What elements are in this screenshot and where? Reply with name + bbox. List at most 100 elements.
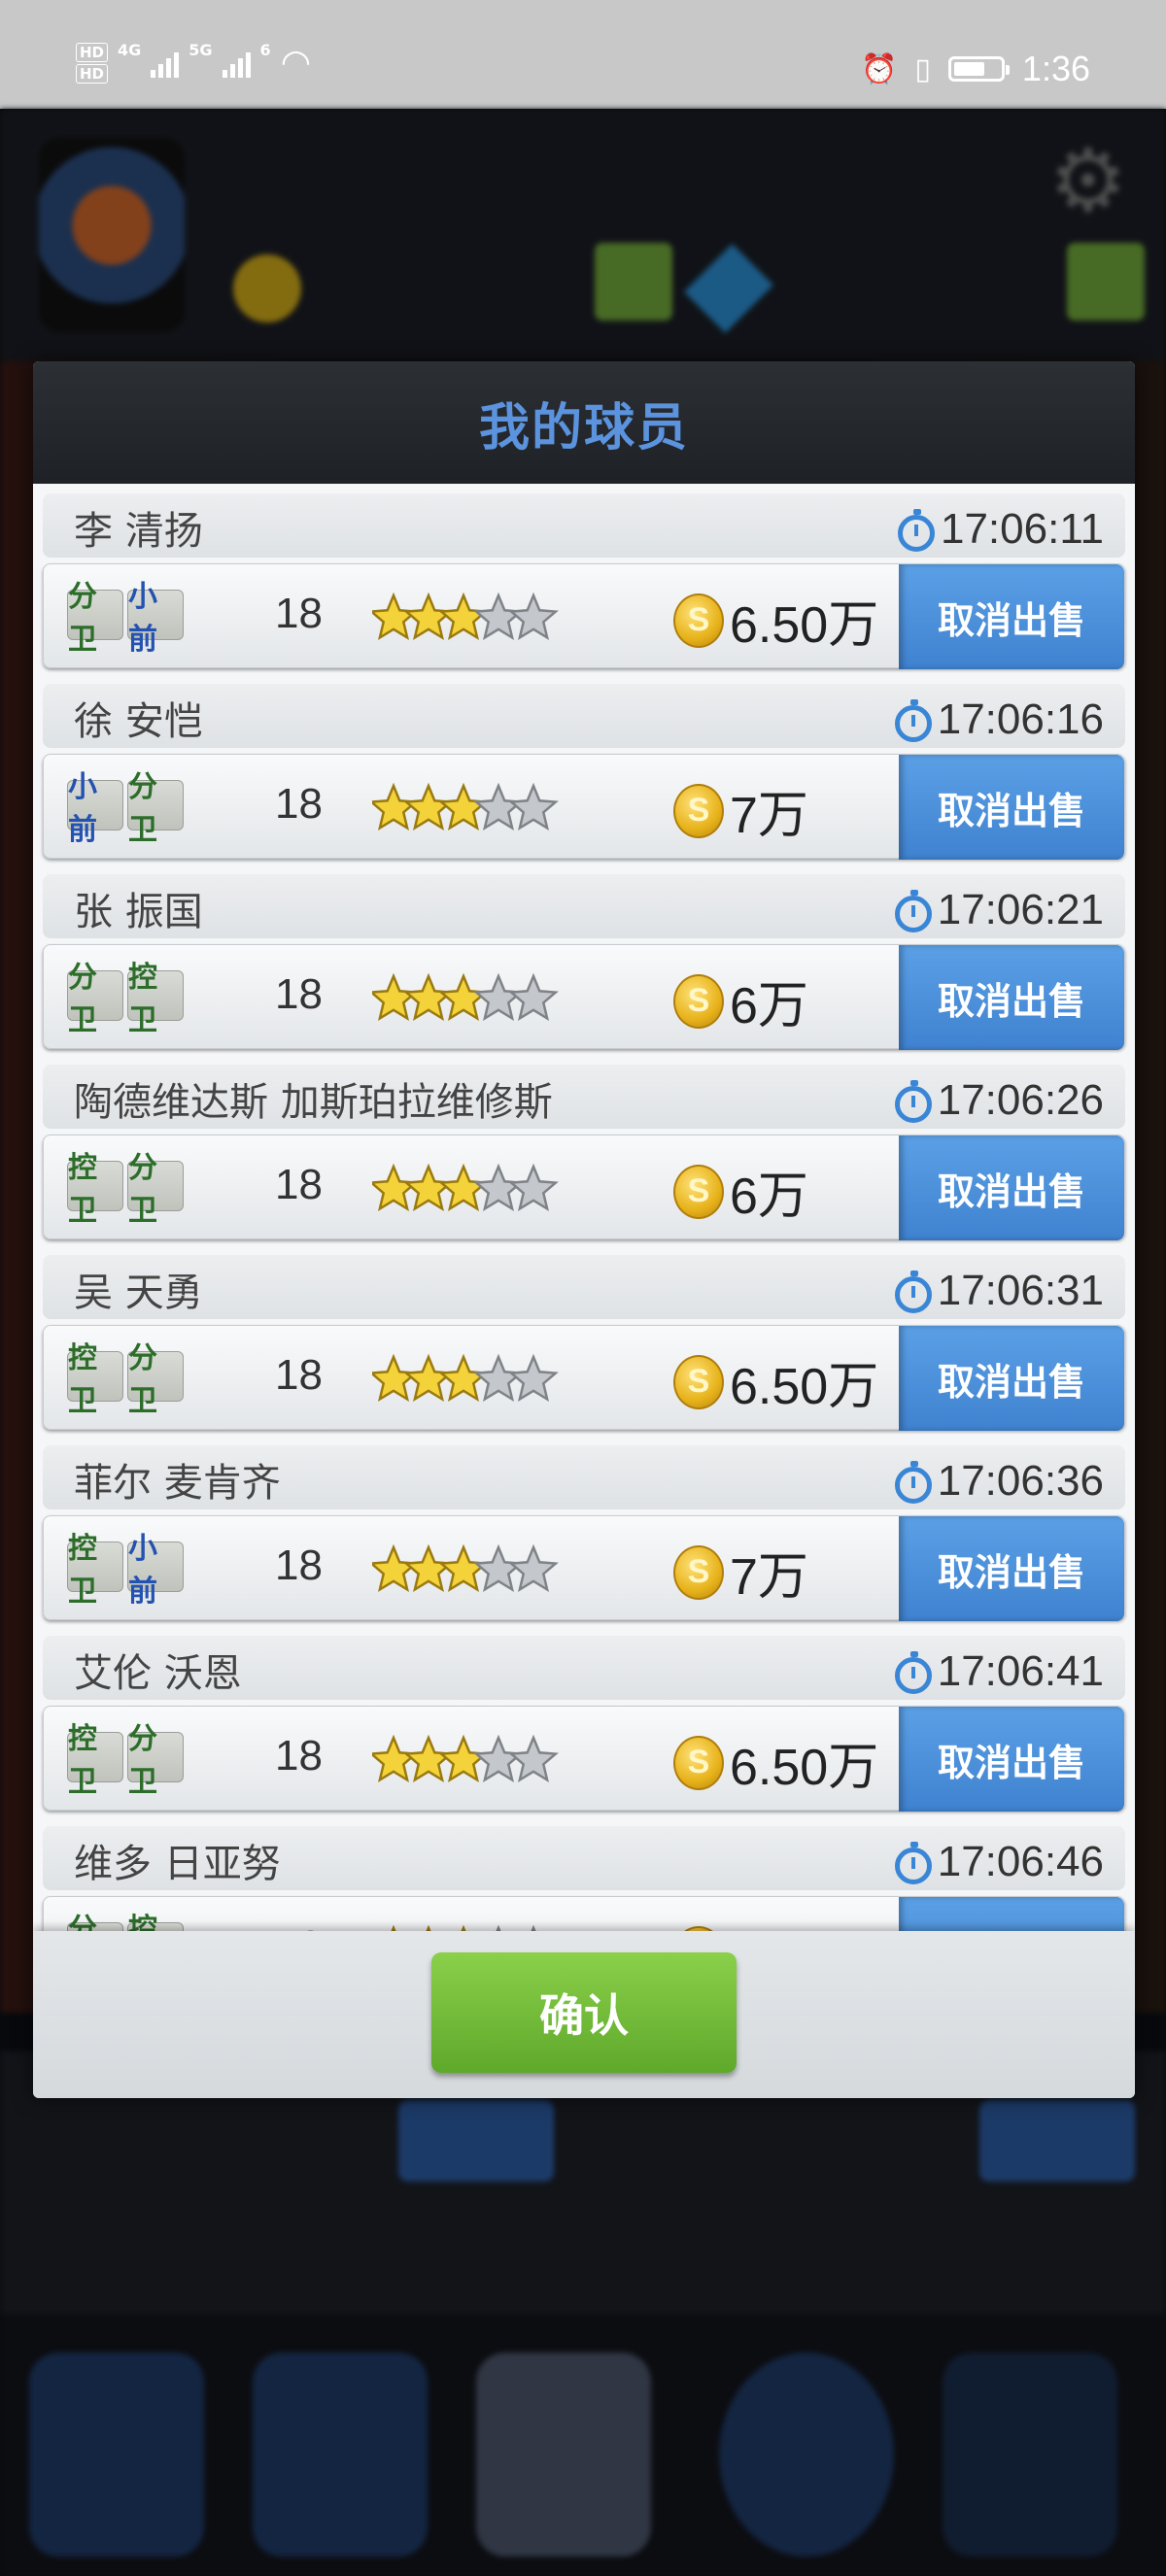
star-rating-wrap [368,1153,566,1221]
status-bar: HD HD 4G 5G 6 ◠ ⏰ ▯ 1:36 [0,0,1166,109]
cancel-sale-button[interactable]: 取消出售 [899,1326,1124,1431]
position-tag: 控卫 [127,961,184,1037]
stopwatch-icon [897,509,935,552]
star-empty-icon [508,782,559,831]
sale-time: 17:06:16 [937,695,1104,743]
player-item: 张 振国 17:06:21 分卫 控卫 18 S 6万 取消出售 [43,864,1125,1055]
star-filled-icon [438,1163,489,1212]
star-rating [368,1543,559,1593]
player-name-row: 张 振国 17:06:21 [43,874,1125,938]
star-rating [368,1353,559,1403]
coin-icon: S [673,593,724,648]
player-name: 菲尔 麦肯齐 [74,1461,281,1506]
position-tags: 分卫控卫 [67,961,184,1037]
position-tag: 小前 [127,580,184,657]
player-info-row: 控卫 分卫 18 S 6.50万 取消出售 [43,1706,1125,1812]
status-right: ⏰ ▯ 1:36 [861,49,1090,89]
player-list[interactable]: 李 清扬 17:06:11 分卫 小前 18 S 6.50万 取消出售 徐 安恺 … [33,484,1135,1931]
cancel-sale-button[interactable]: 取消出售 [899,1135,1124,1240]
star-filled-icon [438,1543,489,1593]
price-value: 7万 [730,1916,808,1931]
player-age: 18 [275,1542,323,1589]
player-name-row: 吴 天勇 17:06:31 [43,1255,1125,1319]
player-name: 艾伦 沃恩 [74,1651,242,1696]
price: S 7万 [673,1916,808,1931]
star-filled-icon [438,592,489,641]
confirm-button[interactable]: 确认 [431,1952,737,2073]
cancel-sale-button[interactable]: 取消出售 [899,755,1124,860]
stopwatch-icon [894,1842,932,1884]
player-name: 张 振国 [74,890,203,934]
player-age: 18 [275,1161,323,1208]
price: S 6万 [673,1155,808,1228]
cancel-sale-button[interactable]: 取消出售 [899,1516,1124,1621]
star-rating [368,1734,559,1783]
star-filled-icon [403,592,454,641]
sale-time: 17:06:31 [937,1267,1104,1314]
vibrate-icon: ▯ [914,51,931,86]
sale-timer: 17:06:31 [894,1267,1104,1315]
star-empty-icon [473,592,524,641]
sale-time: 17:06:46 [937,1838,1104,1885]
star-empty-icon [473,782,524,831]
player-name-row: 徐 安恺 17:06:16 [43,684,1125,748]
stopwatch-icon [894,699,932,742]
cancel-sale-button[interactable]: 取消出售 [899,1707,1124,1812]
price-value: 6.50万 [730,1740,879,1796]
player-age: 18 [275,1351,323,1399]
battery-icon [947,56,1010,82]
price-value: 6万 [730,978,808,1034]
network-5g-label: 5G [189,41,213,59]
coin-icon: S [673,783,724,838]
position-tag: 小前 [127,1532,184,1609]
star-rating-wrap [368,963,566,1031]
cancel-sale-button[interactable]: 取消出售 [899,1897,1124,1931]
star-empty-icon [508,1734,559,1783]
player-name: 徐 安恺 [74,699,203,744]
player-item: 菲尔 麦肯齐 17:06:36 控卫 小前 18 S 7万 取消出售 [43,1436,1125,1626]
player-item: 李 清扬 17:06:11 分卫 小前 18 S 6.50万 取消出售 [43,484,1125,674]
star-filled-icon [438,782,489,831]
price: S 6.50万 [673,1345,878,1418]
star-empty-icon [508,1353,559,1403]
player-name: 陶德维达斯 加斯珀拉维修斯 [74,1080,553,1125]
star-empty-icon [508,1163,559,1212]
network-4g-label: 4G [118,41,142,59]
cancel-sale-button[interactable]: 取消出售 [899,564,1124,669]
stopwatch-icon [894,1461,932,1504]
star-filled-icon [403,782,454,831]
star-empty-icon [508,592,559,641]
player-age: 18 [275,970,323,1018]
sale-time: 17:06:21 [937,886,1104,933]
coin-icon: S [673,973,724,1029]
stopwatch-icon [894,890,932,932]
player-name: 维多 日亚努 [74,1842,281,1886]
position-tags: 分卫 小前 [67,580,184,657]
cancel-sale-button[interactable]: 取消出售 [899,945,1124,1050]
star-rating [391,1924,536,1931]
player-info-row: 控卫 分卫 18 S 6.50万 取消出售 [43,1325,1125,1431]
star-filled-icon [438,1353,489,1403]
position-tags: 控卫 分卫 [67,1341,184,1418]
player-name: 吴 天勇 [74,1271,203,1315]
player-name: 李 清扬 [74,509,203,554]
star-empty-icon [473,972,524,1022]
position-tag: 控卫 [67,1722,123,1799]
position-tags: 分卫控卫 [67,1913,184,1931]
player-item: 维多 日亚努 17:06:46 分卫控卫 18 S 7万 取消出售 [43,1816,1125,1931]
star-filled-icon [368,972,419,1022]
player-info-row: 分卫控卫 18 S 7万 取消出售 [43,1896,1125,1931]
star-filled-icon [403,972,454,1022]
coin-icon: S [673,1164,724,1219]
price-value: 7万 [730,1549,808,1606]
player-age: 18 [275,1732,323,1779]
sale-timer: 17:06:21 [894,886,1104,934]
position-tag: 分卫 [127,1722,184,1799]
position-tag: 分卫 [67,580,123,657]
player-name-row: 陶德维达斯 加斯珀拉维修斯 17:06:26 [43,1065,1125,1129]
position-tag: 控卫 [67,1341,123,1418]
signal-bars-icon [222,49,251,78]
stopwatch-icon [894,1651,932,1694]
position-tag: 小前 [67,770,123,847]
position-tags: 小前 分卫 [67,770,184,847]
